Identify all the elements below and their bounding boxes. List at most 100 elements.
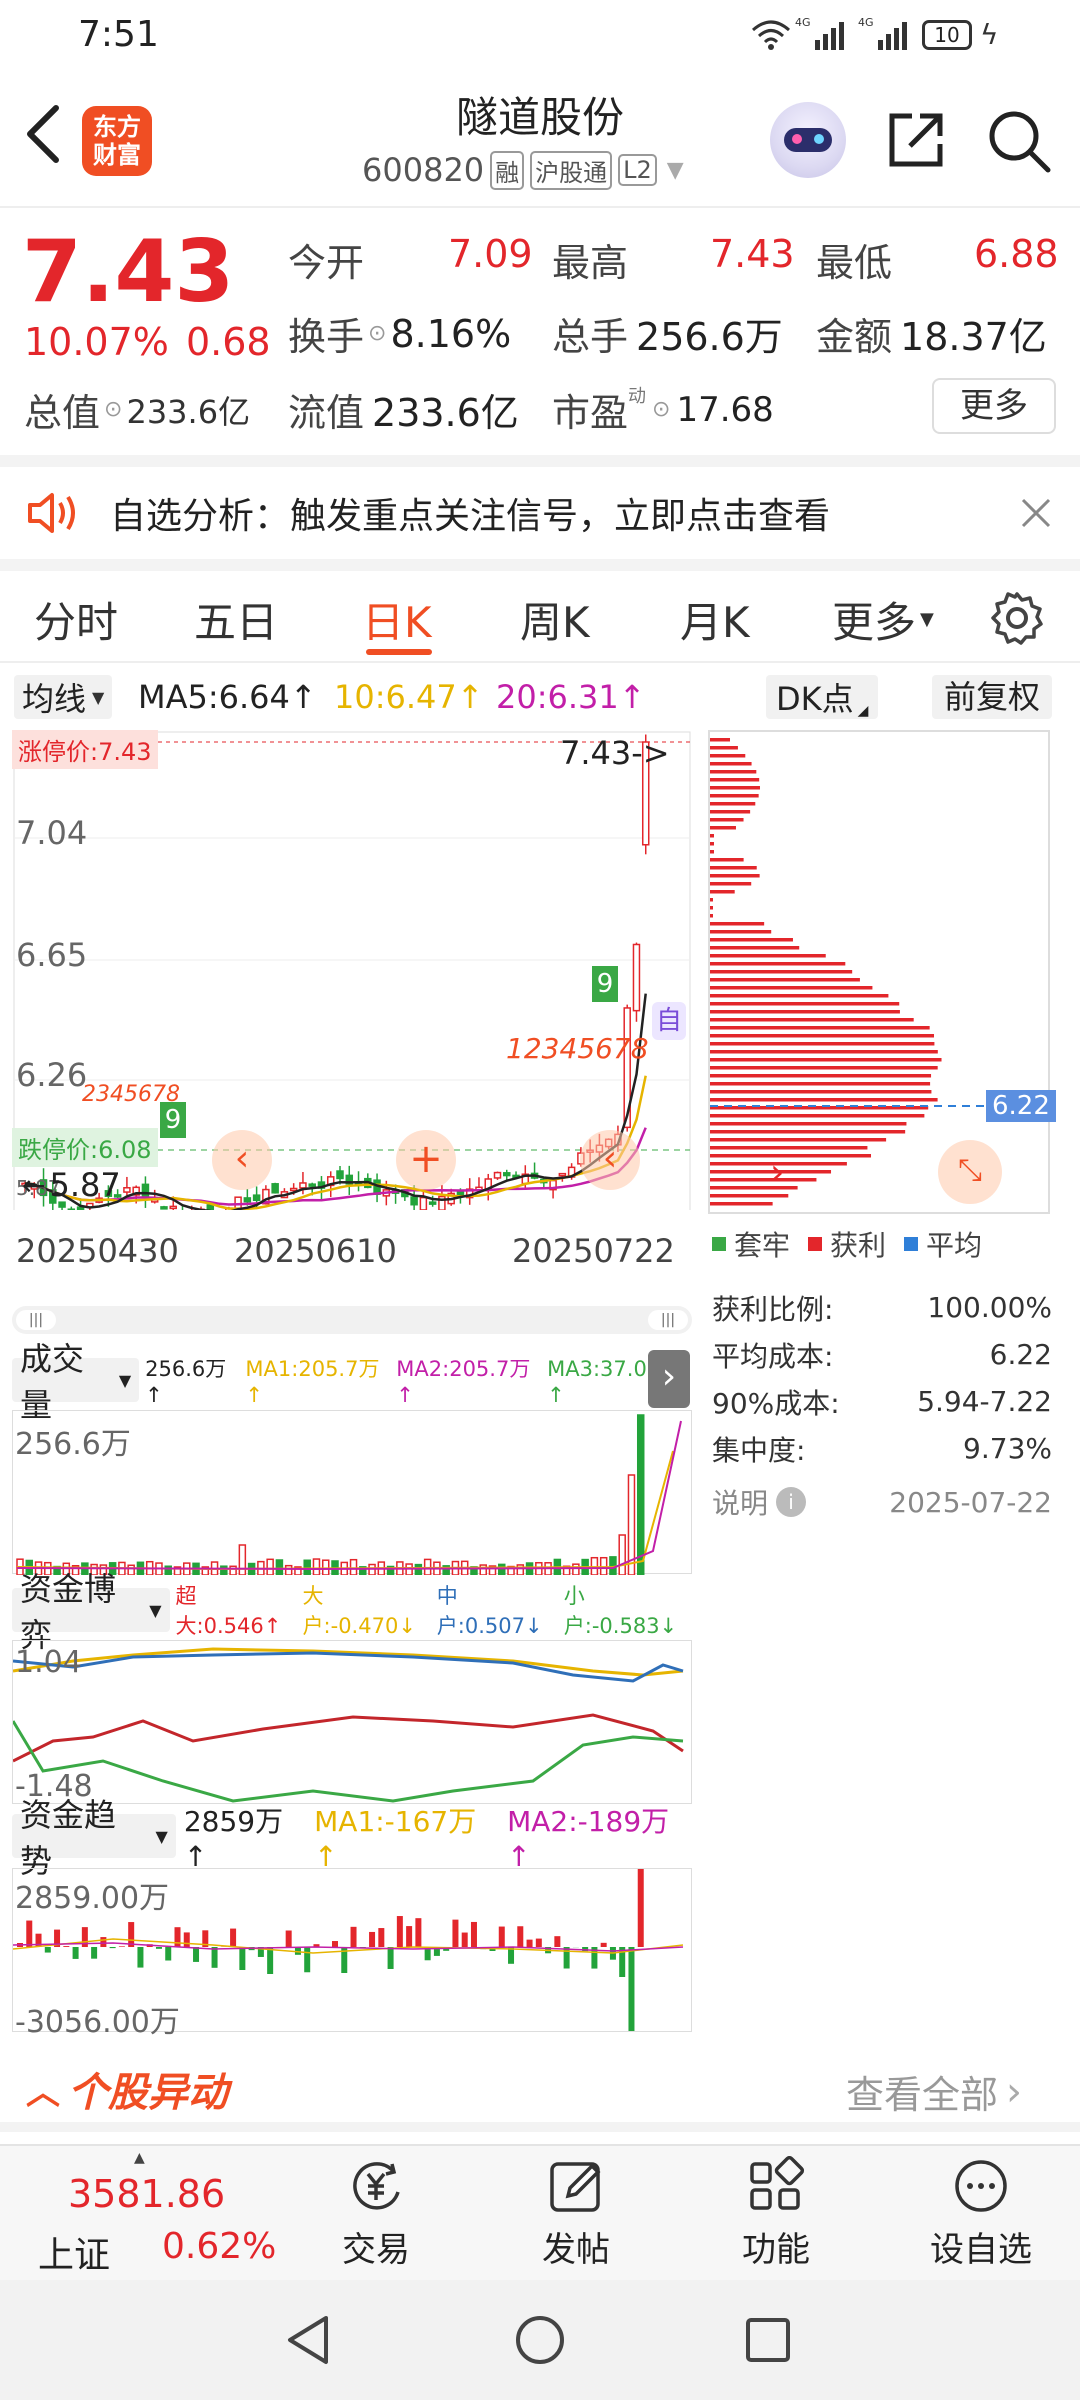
fund-trend-chart[interactable]: 2859.00万 -3056.00万 <box>12 1868 692 2040</box>
back-button[interactable] <box>22 102 62 166</box>
chip-bar <box>710 962 846 966</box>
tab-more[interactable]: 更多 ▼ <box>832 589 934 650</box>
volume-bar <box>498 1563 506 1575</box>
chip-expand-icon[interactable]: ⤡ <box>938 1140 1002 1204</box>
view-all-link[interactable]: 查看全部 › <box>846 2064 1022 2119</box>
more-button[interactable]: 更多 <box>932 378 1056 434</box>
fund-game-select[interactable]: 资金博弈 ▼ <box>12 1570 170 1654</box>
nav-prev-button[interactable]: ‹ <box>212 1130 272 1190</box>
chip-bar <box>710 754 746 758</box>
current-price: 7.43 <box>22 222 235 322</box>
candle-body <box>123 1187 131 1193</box>
chip-note[interactable]: 说明 i <box>712 1482 807 1522</box>
analysis-banner[interactable]: 自选分析： 触发重点关注信号，立即点击查看 <box>0 467 1080 559</box>
back-triangle-icon[interactable] <box>282 2312 334 2368</box>
pe-sup: 动 <box>628 386 647 407</box>
chip-bar <box>710 1090 932 1094</box>
nine-signal-left: 9 <box>160 1102 186 1138</box>
chip-bar <box>710 770 757 774</box>
zi-marker[interactable]: 自 <box>652 1002 686 1040</box>
fund-small: 小户:-0.583↓ <box>563 1584 678 1638</box>
chip-arrow-icon[interactable]: › <box>770 1152 784 1193</box>
tab-five-day[interactable]: 五日 <box>194 589 278 650</box>
fund-game-chart[interactable]: 1.04 -1.48 <box>12 1640 692 1804</box>
nav-post[interactable]: 发帖 <box>526 2156 626 2276</box>
trend-bar <box>193 1947 200 1962</box>
share-icon[interactable] <box>884 108 948 172</box>
adjust-button[interactable]: 前复权 <box>932 675 1053 719</box>
chip-bar <box>710 866 757 870</box>
chip-distribution[interactable]: 6.22 › ⤡ <box>708 730 1056 1214</box>
recents-square-icon[interactable] <box>742 2314 794 2366</box>
kline-chart[interactable]: 涨停价:7.43 跌停价:6.08 7.04 6.65 6.26 5.87 7.… <box>12 730 692 1210</box>
nav-functions-label: 功能 <box>742 2230 810 2270</box>
fund-trend-select[interactable]: 资金趋势 ▼ <box>12 1796 176 1880</box>
tab-daily-k[interactable]: 日K <box>362 589 432 650</box>
trend-bar <box>378 1928 385 1947</box>
stat-row: 集中度: 9.73% <box>712 1425 1052 1472</box>
turnover-value: 8.16% <box>390 311 512 356</box>
chip-bar <box>710 930 772 934</box>
crosshair-add-button[interactable]: + <box>396 1130 456 1190</box>
dk-point-button[interactable]: DK点 ◢ <box>766 675 879 719</box>
total-value: 总值 ⊙ 233.6亿 <box>24 382 250 437</box>
expand-arrow-button[interactable]: › <box>648 1350 690 1408</box>
slider-handle-right[interactable]: ||| <box>648 1310 688 1330</box>
signal-digit: 3 <box>541 1032 560 1065</box>
search-icon[interactable] <box>986 108 1052 174</box>
low-tag-arrow: ← <box>22 1168 46 1202</box>
info-icon[interactable]: ⊙ <box>652 397 670 422</box>
ai-assistant-avatar[interactable] <box>770 102 846 178</box>
nav-add-watchlist[interactable]: 设自选 <box>916 2156 1046 2276</box>
nav-functions[interactable]: 功能 <box>726 2156 826 2276</box>
chip-note-label: 说明 <box>712 1487 769 1520</box>
candle-body <box>632 943 641 1012</box>
tab-monthly-k[interactable]: 月K <box>680 589 750 650</box>
candle-body <box>308 1183 316 1187</box>
stock-alert-toggle[interactable]: ︿ 个股异动 <box>26 2060 228 2118</box>
tab-intraday[interactable]: 分时 <box>34 589 118 650</box>
index-widget[interactable]: ▲ 3581.86 上证 0.62% <box>0 2146 300 2282</box>
ma-row: 均线 ▼ MA5:6.64↑ 10:6.47↑ 20:6.31↑ DK点 ◢ 前… <box>0 666 1080 730</box>
svg-text:4G: 4G <box>858 16 874 29</box>
nav-trade[interactable]: 交易 <box>326 2156 426 2276</box>
chip-bar <box>710 794 759 798</box>
stock-code-row: 600820 融 沪股通 L2 ▼ <box>362 150 684 190</box>
fund-super: 超大:0.546↑ <box>175 1584 282 1638</box>
low-tag: ← 5.87 <box>22 1166 121 1204</box>
chip-bar <box>710 978 860 982</box>
trend-bar <box>26 1920 33 1947</box>
ma-select[interactable]: 均线 ▼ <box>14 675 113 719</box>
volume-bar <box>414 1563 423 1575</box>
chip-bar <box>710 1002 900 1006</box>
range-slider[interactable]: ||| ||| <box>12 1306 692 1334</box>
fund-super-line <box>13 1713 684 1763</box>
chip-bar <box>710 850 714 854</box>
settings-gear-icon[interactable] <box>990 591 1044 645</box>
trend-bar <box>517 1926 524 1947</box>
signal-digit: 2 <box>82 1082 96 1107</box>
chevron-down-icon[interactable]: ▼ <box>667 158 684 183</box>
volume-chart[interactable]: 256.6万 <box>12 1410 692 1575</box>
chip-bar <box>710 858 744 862</box>
nav-add-watchlist-label: 设自选 <box>930 2230 1032 2270</box>
trend-bar <box>415 1918 422 1947</box>
volume-ma1: MA1:205.7万↑ <box>245 1357 380 1407</box>
close-icon[interactable] <box>1020 497 1052 529</box>
volume-bar <box>275 1559 284 1575</box>
nav-back-button[interactable]: ‹ <box>580 1130 640 1190</box>
home-circle-icon[interactable] <box>512 2312 568 2368</box>
trend-bar <box>109 1947 116 1949</box>
chip-note-row: 说明 i 2025-07-22 <box>712 1472 1052 1532</box>
change-percent: 10.07% <box>24 320 169 364</box>
stock-title: 隧道股份 <box>455 93 624 142</box>
info-icon[interactable]: ⊙ <box>104 397 122 422</box>
info-icon[interactable]: ⊙ <box>368 321 386 346</box>
tab-weekly-k[interactable]: 周K <box>520 589 590 650</box>
legend-average-label: 平均 <box>926 1229 983 1262</box>
slider-handle-left[interactable]: ||| <box>16 1310 56 1330</box>
fund-trend-value: 2859万↑ <box>183 1804 284 1873</box>
candle-body <box>419 1196 428 1210</box>
trend-bar <box>230 1928 237 1947</box>
volume-select[interactable]: 成交量 ▼ <box>12 1340 140 1424</box>
